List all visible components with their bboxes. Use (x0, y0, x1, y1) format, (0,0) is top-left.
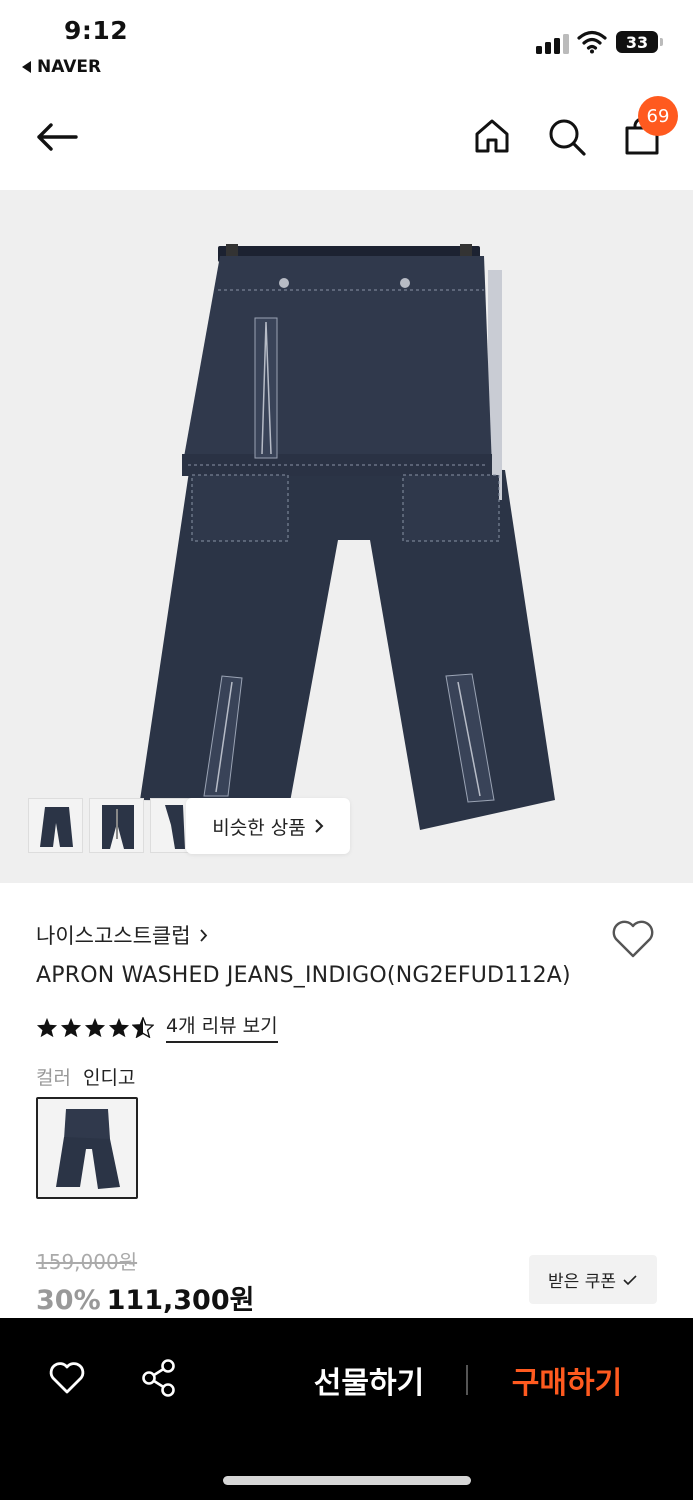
brand-link[interactable]: 나이스고스트클럽 (36, 920, 208, 950)
product-image-gallery[interactable] (0, 190, 693, 883)
cart-count-badge: 69 (638, 96, 678, 136)
bottom-action-bar (0, 1318, 693, 1500)
color-value: 인디고 (82, 1067, 136, 1089)
price-row: 30% 111,300원 (36, 1278, 254, 1317)
thumbnail-2[interactable] (89, 798, 144, 853)
star-icon (108, 1017, 130, 1037)
gift-button[interactable]: 선물하기 (300, 1356, 438, 1404)
color-label: 컬러 (36, 1067, 71, 1089)
rating-row: 4개 리뷰 보기 (36, 1011, 278, 1043)
coupon-button[interactable]: 받은 쿠폰 (529, 1255, 657, 1304)
back-arrow-icon[interactable] (34, 120, 80, 154)
star-icon (36, 1017, 58, 1037)
like-heart-icon[interactable] (48, 1360, 86, 1396)
home-indicator[interactable] (223, 1476, 471, 1485)
status-time: 9:12 (64, 16, 129, 45)
back-app-label: NAVER (37, 57, 102, 77)
discount-rate: 30% (36, 1285, 101, 1316)
star-icon (60, 1017, 82, 1037)
battery-tip (660, 38, 663, 46)
similar-products-label: 비슷한 상품 (212, 816, 306, 839)
star-icon (84, 1017, 106, 1037)
color-swatch-indigo[interactable] (36, 1097, 138, 1199)
search-icon[interactable] (547, 117, 587, 157)
back-to-app-link[interactable]: NAVER (22, 57, 101, 77)
battery-indicator: 33 (616, 31, 658, 53)
buy-button[interactable]: 구매하기 (498, 1356, 636, 1404)
action-divider (466, 1365, 468, 1395)
star-rating (36, 1016, 154, 1038)
home-icon[interactable] (473, 117, 511, 155)
sale-price: 111,300원 (106, 1285, 255, 1316)
chevron-right-icon (315, 819, 324, 833)
check-icon (623, 1274, 637, 1285)
status-bar: 9:12 NAVER 33 (0, 0, 693, 90)
top-nav (0, 90, 693, 190)
similar-products-button[interactable]: 비슷한 상품 (186, 798, 350, 854)
product-title: APRON WASHED JEANS_INDIGO(NG2EFUD112A) (36, 963, 571, 988)
wishlist-heart-icon[interactable] (610, 918, 656, 960)
color-option-row: 컬러 인디고 (36, 1063, 135, 1090)
review-link[interactable]: 4개 리뷰 보기 (166, 1011, 278, 1043)
original-price: 159,000원 (36, 1250, 138, 1274)
half-star-icon (132, 1016, 154, 1038)
coupon-label: 받은 쿠폰 (548, 1272, 616, 1292)
wifi-icon (577, 30, 607, 54)
thumbnail-1[interactable] (28, 798, 83, 853)
share-icon[interactable] (140, 1358, 178, 1398)
cellular-signal-icon (536, 34, 570, 54)
thumbnail-strip (28, 798, 205, 853)
back-triangle-icon (22, 61, 31, 73)
chevron-right-icon (199, 928, 207, 942)
product-photo (140, 244, 555, 830)
brand-name: 나이스고스트클럽 (36, 924, 191, 948)
